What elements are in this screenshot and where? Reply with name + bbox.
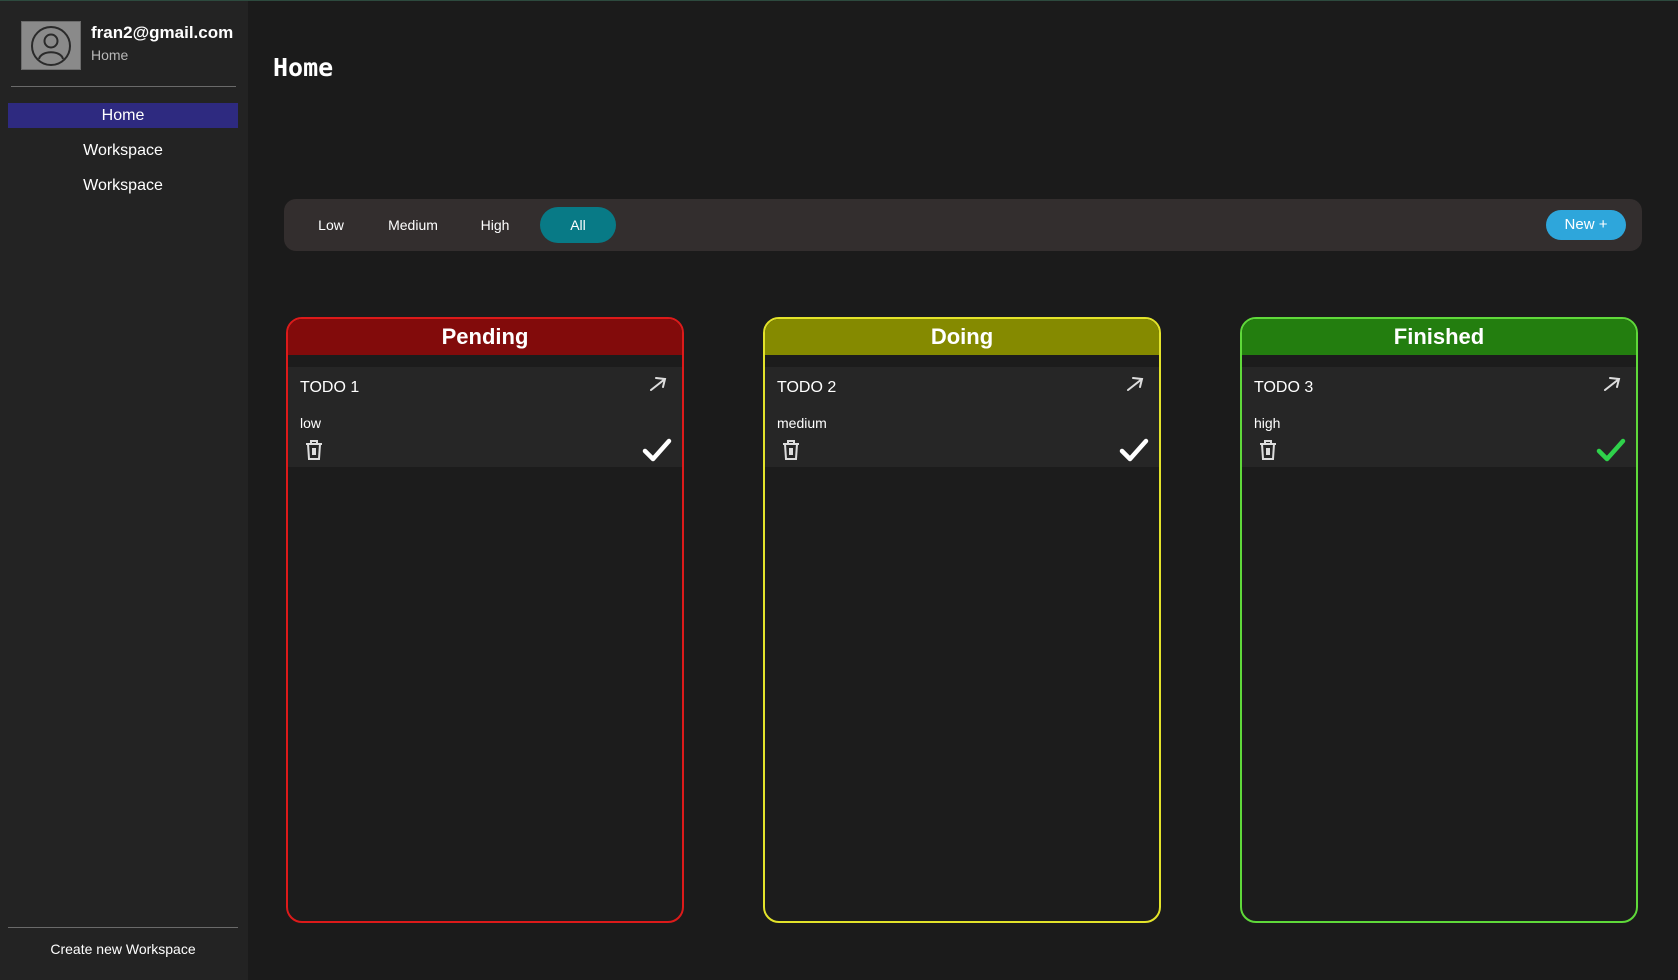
column-title: Finished	[1242, 319, 1636, 355]
sidebar-divider	[11, 86, 236, 87]
todo-title: TODO 1	[300, 379, 360, 396]
column-title: Doing	[765, 319, 1159, 355]
todo-priority: low	[300, 415, 322, 431]
new-todo-button[interactable]: New +	[1546, 210, 1626, 240]
sidebar-divider	[8, 927, 238, 928]
todo-priority: medium	[777, 415, 827, 431]
sidebar-item-workspace[interactable]: Workspace	[8, 173, 238, 198]
arrow-up-right-icon[interactable]	[1602, 374, 1622, 394]
column-doing: Doing TODO 2 medium	[763, 317, 1161, 923]
filter-low-button[interactable]: Low	[300, 207, 362, 243]
user-avatar-icon[interactable]	[21, 21, 81, 70]
todo-priority: high	[1254, 415, 1281, 431]
check-icon[interactable]	[1596, 437, 1626, 463]
user-email: fran2@gmail.com	[91, 23, 234, 42]
filter-high-button[interactable]: High	[462, 207, 528, 243]
app-root: fran2@gmail.com Home Home Workspace Work…	[0, 0, 1678, 980]
filter-toolbar: Low Medium High All New +	[284, 199, 1642, 251]
column-title: Pending	[288, 319, 682, 355]
trash-icon[interactable]	[781, 439, 801, 461]
sidebar-item-workspace[interactable]: Workspace	[8, 138, 238, 163]
filter-all-button[interactable]: All	[540, 207, 616, 243]
sidebar: fran2@gmail.com Home Home Workspace Work…	[0, 1, 248, 980]
todo-card[interactable]: TODO 2 medium	[765, 367, 1159, 467]
page-title: Home	[273, 53, 334, 82]
trash-icon[interactable]	[304, 439, 324, 461]
todo-card[interactable]: TODO 3 high	[1242, 367, 1636, 467]
todo-card[interactable]: TODO 1 low	[288, 367, 682, 467]
user-profile[interactable]: fran2@gmail.com Home	[21, 21, 233, 70]
profile-text: fran2@gmail.com Home	[91, 21, 233, 70]
column-finished: Finished TODO 3 high	[1240, 317, 1638, 923]
current-location-label: Home	[91, 47, 129, 63]
todo-title: TODO 3	[1254, 379, 1314, 396]
create-workspace-button[interactable]: Create new Workspace	[8, 939, 238, 959]
sidebar-nav: Home Workspace Workspace	[8, 103, 238, 208]
arrow-up-right-icon[interactable]	[648, 374, 668, 394]
filter-medium-button[interactable]: Medium	[372, 207, 454, 243]
column-pending: Pending TODO 1 low	[286, 317, 684, 923]
trash-icon[interactable]	[1258, 439, 1278, 461]
sidebar-item-home[interactable]: Home	[8, 103, 238, 128]
todo-title: TODO 2	[777, 379, 837, 396]
check-icon[interactable]	[642, 437, 672, 463]
check-icon[interactable]	[1119, 437, 1149, 463]
arrow-up-right-icon[interactable]	[1125, 374, 1145, 394]
